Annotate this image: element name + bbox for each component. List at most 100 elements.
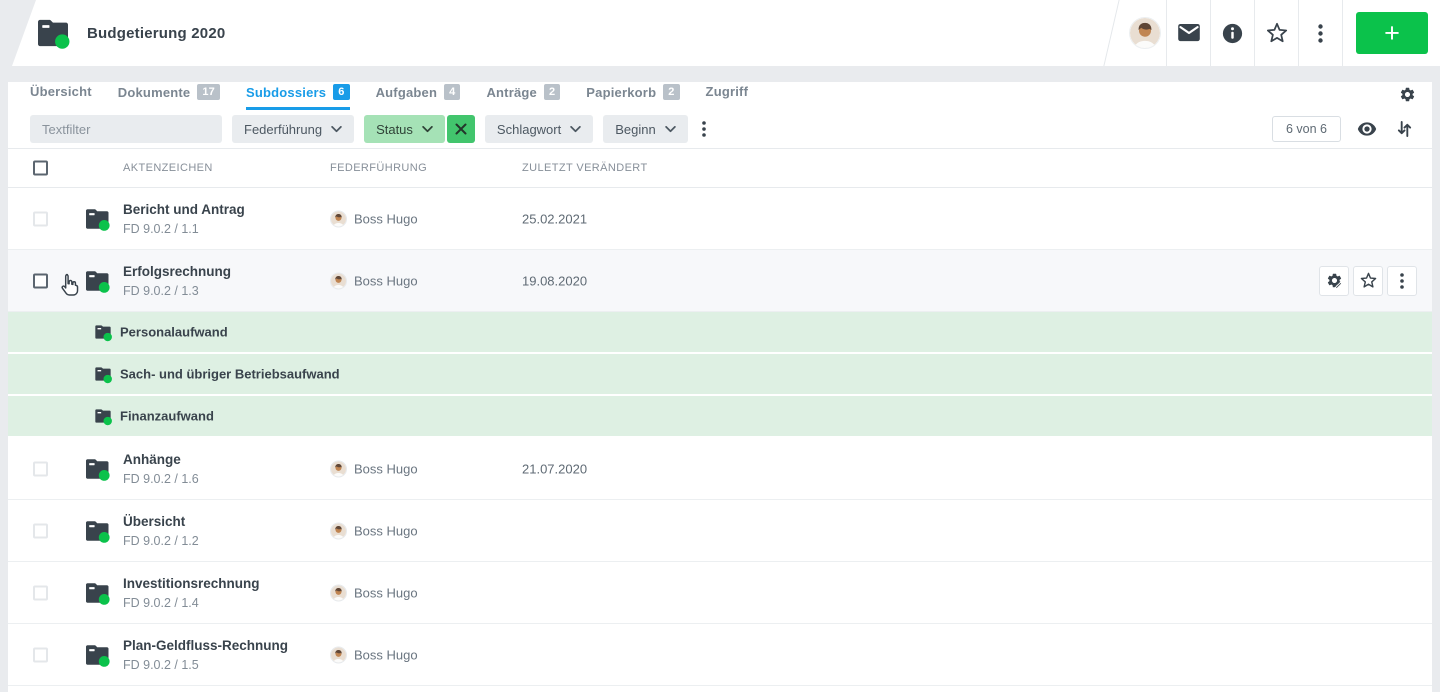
modified-date: 21.07.2020 — [522, 461, 587, 476]
dossier-folder-icon — [95, 367, 112, 382]
result-count: 6 von 6 — [1272, 116, 1341, 142]
gear-pencil-icon — [1326, 272, 1343, 289]
tab-aufgaben[interactable]: Aufgaben 4 — [376, 82, 461, 110]
filter-federfuehrung[interactable]: Federführung — [232, 115, 354, 143]
subdossier-reference: FD 9.0.2 / 1.1 — [123, 222, 245, 236]
tab-zugriff[interactable]: Zugriff — [706, 82, 749, 109]
dossier-folder-icon — [86, 208, 110, 230]
star-icon — [1266, 22, 1288, 44]
header-action-cluster: + — [1123, 0, 1440, 66]
filter-beginn[interactable]: Beginn — [603, 115, 687, 143]
dossier-folder-icon — [86, 644, 110, 666]
kebab-icon — [1318, 24, 1323, 43]
subdossier-title: Investitionsrechnung — [123, 576, 260, 591]
table-row[interactable]: Plan-Geldfluss-Rechnung FD 9.0.2 / 1.5 B… — [8, 624, 1432, 686]
chevron-down-icon — [570, 126, 581, 133]
row-checkbox[interactable] — [33, 647, 48, 662]
kebab-icon — [702, 121, 706, 137]
table-row[interactable]: Anhänge FD 9.0.2 / 1.6 Boss Hugo 21.07.2… — [8, 438, 1432, 500]
eye-icon — [1357, 122, 1377, 136]
dossier-folder-icon — [86, 270, 110, 292]
sort-arrows-icon — [1397, 121, 1412, 137]
more-filters-button[interactable] — [698, 117, 710, 141]
tab-antraege[interactable]: Anträge 2 — [486, 82, 560, 110]
dossier-folder-icon — [95, 409, 112, 424]
table-row[interactable]: Bericht und Antrag FD 9.0.2 / 1.1 Boss H… — [8, 188, 1432, 250]
sub-subdossier-row[interactable]: Personalaufwand — [8, 312, 1432, 354]
table-row[interactable]: Übersicht FD 9.0.2 / 1.2 Boss Hugo — [8, 500, 1432, 562]
filter-status[interactable]: Status — [364, 115, 445, 143]
row-checkbox[interactable] — [33, 585, 48, 600]
owner-name: Boss Hugo — [354, 211, 418, 226]
clear-status-filter-button[interactable] — [447, 115, 475, 143]
owner-name: Boss Hugo — [354, 273, 418, 288]
owner-avatar — [330, 584, 347, 601]
row-checkbox[interactable] — [33, 461, 48, 476]
sort-button[interactable] — [1393, 117, 1416, 141]
tab-badge: 2 — [544, 84, 560, 100]
tab-uebersicht[interactable]: Übersicht — [30, 82, 92, 109]
owner-avatar — [330, 272, 347, 289]
tab-badge: 2 — [663, 84, 679, 100]
subdossier-reference: FD 9.0.2 / 1.4 — [123, 596, 260, 610]
subdossier-reference: FD 9.0.2 / 1.3 — [123, 284, 231, 298]
owner-name: Boss Hugo — [354, 461, 418, 476]
settings-gear-icon[interactable] — [1399, 86, 1416, 103]
sub-subdossier-row[interactable]: Finanzaufwand — [8, 396, 1432, 438]
slanted-divider — [1102, 0, 1120, 70]
column-header-federfuehrung[interactable]: FEDERFÜHRUNG — [330, 162, 427, 174]
kebab-icon — [1400, 273, 1404, 289]
sub-subdossier-title: Finanzaufwand — [120, 409, 214, 424]
column-header-zuletzt-veraendert[interactable]: ZULETZT VERÄNDERT — [522, 162, 648, 174]
mail-button[interactable] — [1167, 0, 1211, 66]
owner-avatar — [330, 460, 347, 477]
table-row[interactable]: Investitionsrechnung FD 9.0.2 / 1.4 Boss… — [8, 562, 1432, 624]
subdossier-title: Erfolgsrechnung — [123, 264, 231, 279]
more-button[interactable] — [1299, 0, 1343, 66]
sub-subdossier-title: Sach- und übriger Betriebsaufwand — [120, 367, 340, 382]
add-button[interactable]: + — [1356, 12, 1428, 54]
dossier-header-left: Budgetierung 2020 — [38, 0, 225, 66]
sub-subdossier-row[interactable]: Sach- und übriger Betriebsaufwand — [8, 354, 1432, 396]
subdossier-title: Plan-Geldfluss-Rechnung — [123, 638, 288, 653]
visibility-button[interactable] — [1353, 118, 1381, 140]
tab-papierkorb[interactable]: Papierkorb 2 — [586, 82, 679, 110]
subdossier-title: Bericht und Antrag — [123, 202, 245, 217]
app-window: Budgetierung 2020 — [0, 0, 1440, 692]
dossier-folder-icon — [86, 582, 110, 604]
dossier-folder-icon — [38, 18, 70, 48]
modified-date: 19.08.2020 — [522, 273, 587, 288]
filter-bar-right: 6 von 6 — [1272, 116, 1416, 142]
chevron-down-icon — [422, 126, 433, 133]
tab-badge: 17 — [197, 84, 220, 100]
mail-icon — [1178, 24, 1200, 42]
filter-bar: Federführung Status Schlagwort Beginn — [8, 110, 1432, 148]
subdossier-title: Anhänge — [123, 452, 199, 467]
text-filter-input[interactable] — [30, 115, 222, 143]
info-icon — [1222, 23, 1243, 44]
sub-subdossier-title: Personalaufwand — [120, 325, 228, 340]
dossier-folder-icon — [86, 520, 110, 542]
subdossier-reference: FD 9.0.2 / 1.2 — [123, 534, 199, 548]
info-button[interactable] — [1211, 0, 1255, 66]
user-avatar[interactable] — [1123, 0, 1167, 66]
tab-dokumente[interactable]: Dokumente 17 — [118, 82, 220, 110]
favorite-row-button[interactable] — [1353, 266, 1383, 296]
column-header-aktenzeichen[interactable]: AKTENZEICHEN — [123, 162, 213, 174]
owner-avatar — [330, 646, 347, 663]
row-more-button[interactable] — [1387, 266, 1417, 296]
row-checkbox[interactable] — [33, 211, 48, 226]
favorite-button[interactable] — [1255, 0, 1299, 66]
edit-settings-button[interactable] — [1319, 266, 1349, 296]
dossier-header: Budgetierung 2020 — [0, 0, 1440, 66]
filter-schlagwort[interactable]: Schlagwort — [485, 115, 593, 143]
row-checkbox[interactable] — [33, 273, 48, 288]
owner-name: Boss Hugo — [354, 523, 418, 538]
row-checkbox[interactable] — [33, 523, 48, 538]
modified-date: 25.02.2021 — [522, 211, 587, 226]
table-row[interactable]: Erfolgsrechnung FD 9.0.2 / 1.3 Boss Hugo… — [8, 250, 1432, 312]
tab-bar: Übersicht Dokumente 17 Subdossiers 6 Auf… — [8, 82, 1432, 110]
select-all-checkbox[interactable] — [33, 161, 48, 176]
tab-subdossiers[interactable]: Subdossiers 6 — [246, 82, 350, 110]
x-icon — [455, 123, 467, 135]
